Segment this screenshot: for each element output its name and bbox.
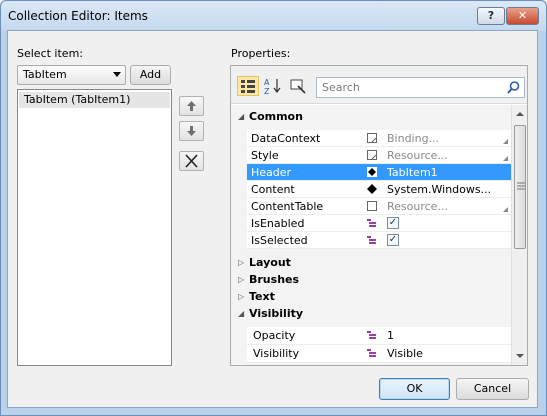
- property-row-isenabled[interactable]: IsEnabled ✓: [247, 215, 511, 232]
- list-item[interactable]: TabItem (TabItem1): [19, 92, 170, 108]
- svg-text:Z: Z: [264, 87, 270, 96]
- events-view-button[interactable]: [288, 76, 310, 96]
- property-row-contenttable[interactable]: ContentTable Resource...: [247, 198, 511, 215]
- property-default-icon: [367, 331, 376, 339]
- property-grid-toolbar: A Z Search: [231, 66, 527, 104]
- sort-az-icon: A Z: [264, 78, 281, 96]
- grip-icon: [517, 182, 525, 190]
- svg-text:A: A: [264, 78, 270, 87]
- expanded-triangle-icon: ◢: [238, 112, 245, 121]
- arrow-down-icon: [187, 126, 196, 136]
- resize-grip-icon: [503, 207, 508, 212]
- item-list[interactable]: TabItem (TabItem1): [17, 89, 172, 366]
- category-layout[interactable]: ▷ Layout: [231, 254, 511, 271]
- search-placeholder: Search: [322, 81, 360, 94]
- collapsed-triangle-icon: ▷: [238, 292, 245, 301]
- item-type-combo[interactable]: TabItem: [17, 65, 126, 85]
- property-grid-scrollbar[interactable]: [511, 105, 527, 365]
- categorized-view-button[interactable]: [237, 76, 259, 96]
- property-search-input[interactable]: Search: [316, 77, 525, 98]
- move-up-button[interactable]: [179, 96, 204, 116]
- property-row-datacontext[interactable]: DataContext Binding...: [247, 130, 511, 147]
- category-common[interactable]: ◢ Common: [231, 108, 511, 125]
- category-text[interactable]: ▷ Text: [231, 288, 511, 305]
- collapsed-triangle-icon: ▷: [238, 275, 245, 284]
- alphabetical-view-button[interactable]: A Z: [263, 76, 285, 96]
- scroll-thumb[interactable]: [514, 125, 526, 249]
- property-default-icon: [367, 349, 376, 357]
- property-default-icon: [367, 219, 376, 227]
- ok-button[interactable]: OK: [379, 378, 450, 400]
- property-grid: A Z Search ◢ Common DataContext Binding.…: [230, 65, 528, 366]
- category-visibility[interactable]: ◢ Visibility: [231, 305, 511, 322]
- remove-item-button[interactable]: [179, 151, 204, 171]
- remove-icon: [185, 154, 198, 168]
- category-brushes[interactable]: ▷ Brushes: [231, 271, 511, 288]
- window-title: Collection Editor: Items: [8, 9, 148, 23]
- categorized-icon: [241, 80, 255, 93]
- isenabled-checkbox[interactable]: ✓: [387, 217, 399, 229]
- close-button[interactable]: ✕: [506, 7, 539, 25]
- title-bar: Collection Editor: Items ? ✕: [1, 1, 546, 31]
- isselected-checkbox[interactable]: ✓: [387, 234, 399, 246]
- property-marker-icon: [367, 133, 377, 143]
- arrow-up-icon: [187, 101, 196, 111]
- property-row-isselected[interactable]: IsSelected ✓: [247, 232, 511, 249]
- search-icon: [507, 81, 520, 94]
- resize-grip-icon: [503, 156, 508, 161]
- chevron-down-icon: [113, 72, 121, 77]
- property-row-opacity[interactable]: Opacity 1: [247, 327, 511, 345]
- local-value-diamond-icon: [367, 184, 377, 194]
- scroll-down-icon[interactable]: [515, 353, 525, 359]
- add-button[interactable]: Add: [130, 65, 171, 85]
- property-row-header[interactable]: Header TabItem1: [247, 164, 511, 181]
- resize-grip-icon: [503, 139, 508, 144]
- local-value-diamond-icon: [367, 167, 377, 177]
- properties-label: Properties:: [231, 47, 291, 60]
- help-button[interactable]: ?: [477, 7, 505, 25]
- collapsed-triangle-icon: ▷: [238, 258, 245, 267]
- property-row-visibility[interactable]: Visibility Visible: [247, 345, 511, 363]
- property-marker-icon: [367, 150, 377, 160]
- cancel-button[interactable]: Cancel: [456, 378, 529, 400]
- property-grid-body: ◢ Common DataContext Binding... Style Re…: [231, 105, 511, 365]
- events-icon: [290, 79, 306, 94]
- property-row-style[interactable]: Style Resource...: [247, 147, 511, 164]
- scroll-up-icon[interactable]: [515, 111, 525, 117]
- item-type-value: TabItem: [23, 68, 67, 81]
- expanded-triangle-icon: ◢: [238, 309, 245, 318]
- select-item-label: Select item:: [17, 47, 83, 60]
- property-row-content[interactable]: Content System.Windows...: [247, 181, 511, 198]
- property-marker-icon: [367, 201, 377, 211]
- move-down-button[interactable]: [179, 121, 204, 141]
- property-default-icon: [367, 236, 376, 244]
